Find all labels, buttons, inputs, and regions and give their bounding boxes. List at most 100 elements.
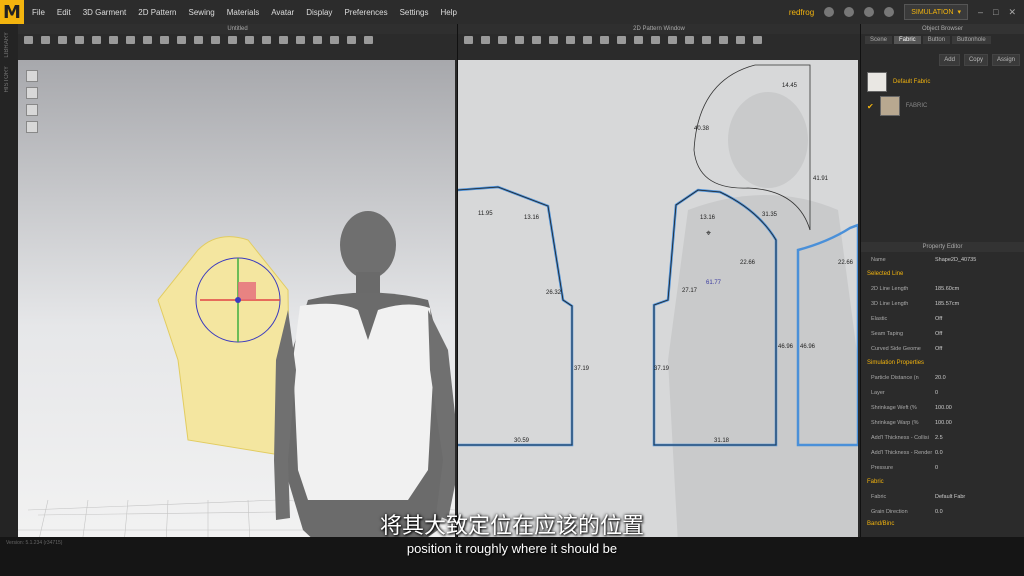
close-icon[interactable]: ✕ [1008,7,1016,18]
measure-tool-icon[interactable] [126,36,135,44]
menu-3d-garment[interactable]: 3D Garment [83,8,127,17]
fabric-item[interactable]: Default Fabric [861,70,1024,94]
buttonhole-tool-icon[interactable] [262,36,271,44]
tab-button[interactable]: Button [922,36,951,44]
2d-viewport[interactable]: ⌖ 14.45 40.38 41.91 13.16 31.35 11.95 13… [458,60,858,544]
section-fabric[interactable]: Fabric [861,475,1024,489]
help-icon[interactable] [864,7,875,17]
prop-key: Particle Distance (n [871,374,919,381]
menu-sewing[interactable]: Sewing [189,8,215,17]
prop-key: Shrinkage Weft (% [871,404,917,411]
zipper-tool-icon[interactable] [228,36,237,44]
assign-button[interactable]: Assign [991,54,1020,66]
trace-icon[interactable] [668,36,677,44]
measure-label: 46.96 [800,344,816,350]
prop-value[interactable]: Shape2D_40735 [935,257,985,263]
rectangle-icon[interactable] [549,36,558,44]
polygon-icon[interactable] [532,36,541,44]
strain-map-tool-icon[interactable] [211,36,220,44]
fabric-item[interactable]: ✔ FABRIC [861,94,1024,118]
record-icon[interactable] [824,7,835,17]
section-selected-line[interactable]: Selected Line [861,267,1024,281]
ellipse-icon[interactable] [566,36,575,44]
prop-value[interactable]: 0 [935,390,985,396]
prop-value[interactable]: 100.00 [935,420,985,426]
menu-settings[interactable]: Settings [400,8,429,17]
right-sidebar: Object Browser Scene Fabric Button Butto… [861,24,1024,544]
dart-icon[interactable] [600,36,609,44]
copy-button[interactable]: Copy [963,54,988,66]
fabric-select[interactable]: Default Fabr [935,494,985,500]
3d-viewport[interactable] [18,60,455,544]
measure-label: 26.32 [546,290,562,296]
measure-label: 37.19 [574,366,590,372]
annotation-icon[interactable] [753,36,762,44]
simulation-button[interactable]: SIMULATION ▾ [904,4,968,20]
tab-fabric[interactable]: Fabric [894,36,921,44]
user-name[interactable]: redfrog [789,8,814,17]
graphic-icon[interactable] [702,36,711,44]
edit-sewing-icon[interactable] [651,36,660,44]
internal-polygon-icon[interactable] [583,36,592,44]
show-tool-icon[interactable] [347,36,356,44]
chevron-down-icon: ▾ [957,9,961,16]
pose-tool-icon[interactable] [313,36,322,44]
settings-icon[interactable] [884,7,895,17]
fit-map-tool-icon[interactable] [194,36,203,44]
add-button[interactable]: Add [939,54,960,66]
steam-tool-icon[interactable] [160,36,169,44]
button-tool-icon[interactable] [245,36,254,44]
add-point-icon[interactable] [515,36,524,44]
prop-value[interactable]: 0.0 [935,450,985,456]
menu-2d-pattern[interactable]: 2D Pattern [138,8,176,17]
prop-value[interactable]: 100.00 [935,405,985,411]
move-tool-icon[interactable] [41,36,50,44]
prop-value[interactable]: 0 [935,465,985,471]
edit-pattern-icon[interactable] [481,36,490,44]
menu-edit[interactable]: Edit [57,8,71,17]
segment-sewing-icon[interactable] [617,36,626,44]
camera-tool-icon[interactable] [364,36,373,44]
prop-value[interactable]: 185.57cm [935,301,985,307]
tab-buttonhole[interactable]: Buttonhole [952,36,991,44]
prop-value[interactable]: 2.5 [935,435,985,441]
prop-value[interactable]: 185.60cm [935,286,985,292]
avatar-tool-icon[interactable] [296,36,305,44]
hide-tool-icon[interactable] [330,36,339,44]
checkmark-icon: ✔ [867,101,874,111]
tack-tool-icon[interactable] [58,36,67,44]
speaker-icon[interactable] [844,7,855,17]
history-tab[interactable]: HISTORY [4,66,10,92]
prop-value[interactable]: Off [935,316,985,322]
free-sewing-icon[interactable] [634,36,643,44]
grid-icon[interactable] [719,36,728,44]
transform-pattern-icon[interactable] [464,36,473,44]
section-simulation-properties[interactable]: Simulation Properties [861,356,1024,370]
box-pin-tool-icon[interactable] [109,36,118,44]
arrange-tool-icon[interactable] [143,36,152,44]
minimize-icon[interactable]: – [978,7,983,17]
menu-avatar[interactable]: Avatar [271,8,294,17]
measure-2d-icon[interactable] [736,36,745,44]
menu-display[interactable]: Display [306,8,332,17]
tab-scene[interactable]: Scene [865,36,893,44]
edit-curvature-icon[interactable] [498,36,507,44]
select-tool-icon[interactable] [24,36,33,44]
pressure-tool-icon[interactable] [177,36,186,44]
prop-row: Shrinkage Warp (% 100.00 [861,415,1024,430]
menu-preferences[interactable]: Preferences [344,8,387,17]
menu-help[interactable]: Help [440,8,456,17]
texture-icon[interactable] [685,36,694,44]
menu-file[interactable]: File [32,8,45,17]
fold-tool-icon[interactable] [75,36,84,44]
pin-tool-icon[interactable] [92,36,101,44]
maximize-icon[interactable]: □ [993,7,998,17]
topstitch-tool-icon[interactable] [279,36,288,44]
library-tab[interactable]: LIBRARY [4,32,10,58]
svg-text:⌖: ⌖ [706,228,711,238]
menu-materials[interactable]: Materials [227,8,259,17]
prop-value[interactable]: Off [935,331,985,337]
prop-value[interactable]: Off [935,346,985,352]
prop-value[interactable]: 20.0 [935,375,985,381]
measure-label: 30.59 [514,438,530,444]
